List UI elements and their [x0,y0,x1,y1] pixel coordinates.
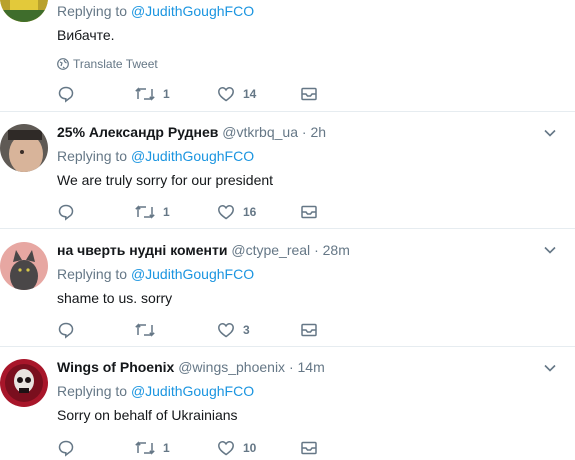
tweet-time[interactable]: 28m [323,242,350,258]
replying-to: Replying to @JudithGoughFCO [57,147,565,165]
retweet-icon [135,87,155,101]
tweet-time[interactable]: 14m [298,359,325,375]
tweet: Replying to @JudithGoughFCO Вибачте. Tra… [0,0,575,112]
envelope-icon [301,441,317,455]
tweet-text: Вибачте. [57,27,115,43]
chevron-down-icon[interactable] [543,126,557,140]
retweet-count: 1 [163,87,170,101]
tweet-text: We are truly sorry for our president [57,172,274,188]
like-button[interactable]: 3 [217,321,250,339]
translate-label: Translate Tweet [73,57,158,71]
tweet-header: 25% Александр Руднев @vtkrbq_ua · 2h [57,123,565,141]
reply-button[interactable] [57,439,75,457]
mention-link[interactable]: @JudithGoughFCO [131,3,254,19]
retweet-count: 1 [163,205,170,219]
avatar[interactable] [0,242,48,290]
heart-icon [218,441,234,456]
direct-message-button[interactable] [300,85,318,103]
retweet-button[interactable] [135,321,163,339]
avatar[interactable] [0,124,48,172]
tweet-header: на чверть нудні коменти @ctype_real · 28… [57,241,565,259]
author-name[interactable]: Wings of Phoenix [57,359,174,375]
replying-label: Replying to [57,3,128,19]
tweet: на чверть нудні коменти @ctype_real · 28… [0,229,575,347]
separator-dot: · [301,124,307,140]
author-name[interactable]: 25% Александр Руднев [57,124,218,140]
mention-link[interactable]: @JudithGoughFCO [131,266,254,282]
direct-message-button[interactable] [300,439,318,457]
separator-dot: · [314,242,319,258]
retweet-button[interactable]: 1 [135,203,170,221]
chevron-down-icon[interactable] [543,243,557,257]
mention-link[interactable]: @JudithGoughFCO [131,148,254,164]
avatar[interactable] [0,0,48,22]
retweet-button[interactable]: 1 [135,85,170,103]
retweet-button[interactable]: 1 [135,439,170,457]
heart-icon [218,323,234,338]
like-button[interactable]: 16 [217,203,256,221]
mention-link[interactable]: @JudithGoughFCO [131,383,254,399]
direct-message-button[interactable] [300,321,318,339]
replying-to: Replying to @JudithGoughFCO [57,382,565,400]
retweet-icon [135,205,155,219]
replying-to: Replying to @JudithGoughFCO [57,265,565,283]
author-handle[interactable]: @ctype_real [231,242,310,258]
replying-to: Replying to @JudithGoughFCO [57,2,565,20]
replying-label: Replying to [57,383,128,399]
envelope-icon [301,323,317,337]
reply-icon [58,322,74,339]
tweet-text: Sorry on behalf of Ukrainians [57,407,238,423]
author-name[interactable]: на чверть нудні коменти [57,242,227,258]
envelope-icon [301,87,317,101]
tweet-header: Wings of Phoenix @wings_phoenix · 14m [57,358,565,376]
like-count: 16 [243,205,257,219]
envelope-icon [301,205,317,219]
like-count: 14 [243,87,257,101]
reply-button[interactable] [57,321,75,339]
tweet-text: shame to us. sorry [57,290,173,306]
like-button[interactable]: 14 [217,85,256,103]
like-button[interactable]: 10 [217,439,256,457]
replying-label: Replying to [57,266,128,282]
direct-message-button[interactable] [300,203,318,221]
separator-dot: · [288,359,294,375]
reply-icon [58,440,74,457]
reply-icon [58,204,74,221]
retweet-icon [135,323,155,337]
tweet-time[interactable]: 2h [310,124,326,140]
replying-label: Replying to [57,148,128,164]
like-count: 10 [243,441,257,455]
like-count: 3 [243,323,250,337]
translate-tweet-link[interactable]: Translate Tweet [57,57,565,71]
retweet-icon [135,441,155,455]
reply-icon [58,86,74,103]
author-handle[interactable]: @wings_phoenix [178,359,285,375]
heart-icon [218,87,234,102]
avatar[interactable] [0,359,48,407]
chevron-down-icon[interactable] [543,361,557,375]
tweet: 25% Александр Руднев @vtkrbq_ua · 2h Rep… [0,112,575,229]
heart-icon [218,205,234,220]
reply-button[interactable] [57,85,75,103]
retweet-count: 1 [163,441,170,455]
tweet: Wings of Phoenix @wings_phoenix · 14m Re… [0,347,575,460]
globe-icon [57,58,69,70]
author-handle[interactable]: @vtkrbq_ua [222,124,298,140]
reply-button[interactable] [57,203,75,221]
